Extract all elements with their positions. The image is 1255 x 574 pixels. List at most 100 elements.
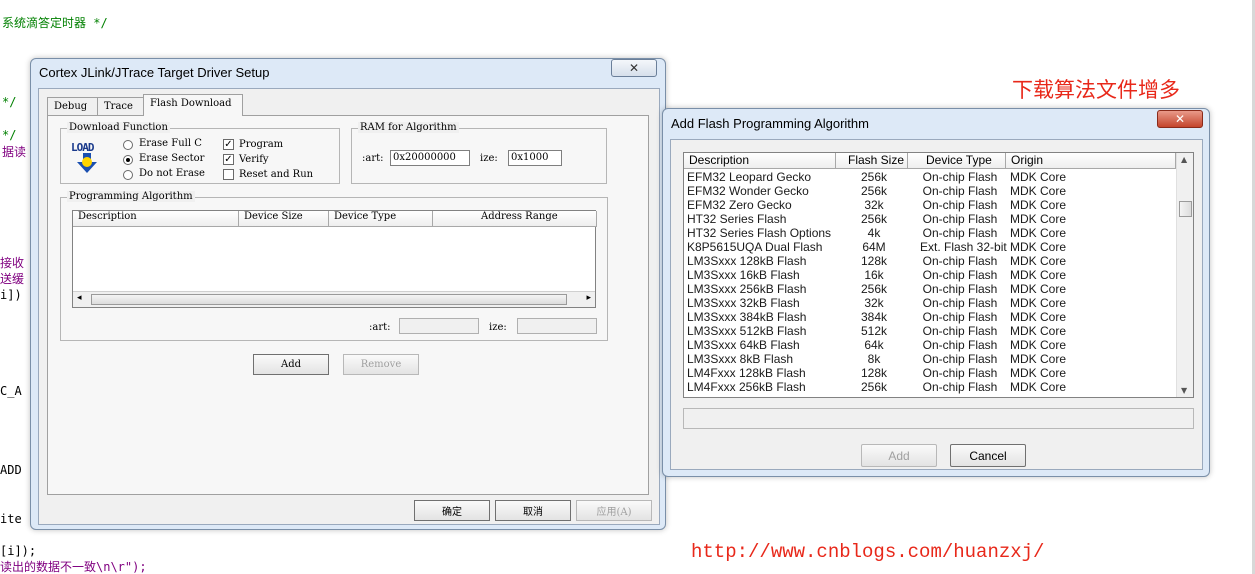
table-cell: 8k: [867, 352, 881, 366]
close-icon[interactable]: ✕: [611, 59, 657, 77]
ram-size-input[interactable]: 0x1000: [508, 150, 562, 166]
scroll-thumb[interactable]: [91, 294, 567, 305]
path-field: [683, 408, 1194, 429]
ok-button[interactable]: 确定: [414, 500, 490, 521]
algo-size-label: ize:: [489, 322, 507, 333]
do-not-erase-radio[interactable]: [123, 170, 133, 180]
table-cell: LM3Sxxx 32kB Flash: [687, 296, 800, 310]
verify-label: Verify: [239, 154, 269, 165]
table-row[interactable]: LM4Fxxx 128kB Flash 128k On-chip Flash MDK …: [684, 366, 1176, 380]
table-row[interactable]: LM3Sxxx 512kB Flash 512k On-chip Flash MDK …: [684, 324, 1176, 338]
vertical-scrollbar[interactable]: ▲ ▼: [1176, 153, 1193, 397]
table-row[interactable]: HT32 Series Flash Options 4k On-chip Flash…: [684, 226, 1176, 240]
ram-group: RAM for Algorithm :art: 0x20000000 ize: …: [351, 122, 607, 184]
table-cell: EFM32 Zero Gecko: [687, 198, 792, 212]
column-header[interactable]: Device Size: [239, 211, 329, 227]
table-cell: HT32 Series Flash Options: [687, 226, 832, 240]
column-header[interactable]: Flash Size: [836, 153, 908, 169]
code-line: i]): [0, 288, 22, 302]
table-row[interactable]: EFM32 Leopard Gecko 256k On-chip Flash MDK …: [684, 170, 1176, 184]
ram-size-label: ize:: [480, 153, 498, 164]
algorithm-list[interactable]: Description Device Size Device Type Addr…: [72, 210, 597, 308]
table-cell: MDK Core: [1010, 282, 1067, 296]
table-cell: LM3Sxxx 64kB Flash: [687, 338, 800, 352]
table-cell: 128k: [860, 254, 888, 268]
table-cell: MDK Core: [1010, 366, 1067, 380]
tab-trace[interactable]: Trace: [97, 97, 145, 116]
table-row[interactable]: LM3Sxxx 8kB Flash 8k On-chip Flash MDK Core: [684, 352, 1176, 366]
table-cell: Ext. Flash 32-bit: [920, 240, 1007, 254]
algorithm-table[interactable]: Description Flash Size Device Type Origi…: [683, 152, 1194, 398]
table-cell: On-chip Flash: [922, 380, 998, 394]
apply-button[interactable]: 应用(A): [576, 500, 652, 521]
verify-checkbox[interactable]: ✓: [223, 154, 234, 165]
table-row[interactable]: K8P5615UQA Dual Flash 64M Ext. Flash 32-bi…: [684, 240, 1176, 254]
erase-sector-radio[interactable]: [123, 155, 133, 165]
ram-start-label: :art:: [362, 153, 384, 164]
table-cell: On-chip Flash: [922, 352, 998, 366]
scroll-down-icon[interactable]: ▼: [1181, 386, 1187, 395]
table-cell: MDK Core: [1010, 254, 1067, 268]
program-label: Program: [239, 139, 284, 150]
column-header[interactable]: Description: [684, 153, 836, 169]
column-header[interactable]: Description: [73, 211, 239, 227]
tab-debug[interactable]: Debug: [47, 97, 99, 116]
table-row[interactable]: EFM32 Wonder Gecko 256k On-chip Flash MDK C…: [684, 184, 1176, 198]
table-cell: LM3Sxxx 16kB Flash: [687, 268, 800, 282]
tab-flash-download[interactable]: Flash Download: [143, 94, 243, 116]
table-row[interactable]: HT32 Series Flash 256k On-chip Flash MDK Co…: [684, 212, 1176, 226]
cancel-button[interactable]: 取消: [495, 500, 571, 521]
table-cell: MDK Core: [1010, 338, 1067, 352]
reset-and-run-checkbox[interactable]: [223, 169, 234, 180]
table-cell: K8P5615UQA Dual Flash: [687, 240, 823, 254]
horizontal-scrollbar[interactable]: ◂ ▸: [73, 291, 595, 307]
programming-algorithm-group: Programming Algorithm Description Device…: [60, 191, 608, 341]
erase-full-radio[interactable]: [123, 140, 133, 150]
code-line: C_A: [0, 384, 22, 398]
code-line: 据读: [2, 145, 27, 159]
table-cell: On-chip Flash: [922, 254, 998, 268]
column-header[interactable]: Device Type: [908, 153, 1006, 169]
table-cell: LM3Sxxx 384kB Flash: [687, 310, 807, 324]
table-cell: MDK Core: [1010, 324, 1067, 338]
table-row[interactable]: LM3Sxxx 64kB Flash 64k On-chip Flash MDK Co…: [684, 338, 1176, 352]
code-line: 接收: [0, 256, 25, 270]
close-icon[interactable]: ✕: [1157, 110, 1203, 128]
column-header[interactable]: Address Range: [433, 211, 597, 227]
table-cell: On-chip Flash: [922, 282, 998, 296]
column-header[interactable]: Device Type: [329, 211, 433, 227]
scroll-right-icon[interactable]: ▸: [586, 293, 591, 303]
table-cell: MDK Core: [1010, 198, 1067, 212]
cancel-button[interactable]: Cancel: [950, 444, 1026, 467]
column-header[interactable]: Origin: [1006, 153, 1176, 169]
scroll-up-icon[interactable]: ▲: [1181, 155, 1187, 164]
load-icon: LOAD: [71, 141, 105, 175]
add-button[interactable]: Add: [253, 354, 329, 375]
table-row[interactable]: LM3Sxxx 32kB Flash 32k On-chip Flash MDK Co…: [684, 296, 1176, 310]
table-cell: On-chip Flash: [922, 268, 998, 282]
table-cell: 32k: [864, 198, 884, 212]
scroll-thumb[interactable]: [1179, 201, 1192, 217]
add-button[interactable]: Add: [861, 444, 937, 467]
code-line: */: [2, 95, 17, 109]
driver-setup-dialog: Cortex JLink/JTrace Target Driver Setup …: [30, 58, 666, 530]
table-cell: MDK Core: [1010, 240, 1067, 254]
watermark-url: http://www.cnblogs.com/huanzxj/: [691, 541, 1045, 563]
table-row[interactable]: LM3Sxxx 128kB Flash 128k On-chip Flash MDK …: [684, 254, 1176, 268]
code-line: 送缓: [0, 272, 25, 286]
table-cell: MDK Core: [1010, 268, 1067, 282]
table-row[interactable]: LM3Sxxx 16kB Flash 16k On-chip Flash MDK Co…: [684, 268, 1176, 282]
table-cell: LM3Sxxx 8kB Flash: [687, 352, 794, 366]
table-cell: MDK Core: [1010, 226, 1067, 240]
table-row[interactable]: LM3Sxxx 256kB Flash 256k On-chip Flash MDK …: [684, 282, 1176, 296]
do-not-erase-label: Do not Erase: [139, 168, 205, 179]
ram-start-input[interactable]: 0x20000000: [390, 150, 470, 166]
remove-button[interactable]: Remove: [343, 354, 419, 375]
table-row[interactable]: LM3Sxxx 384kB Flash 384k On-chip Flash MDK …: [684, 310, 1176, 324]
program-checkbox[interactable]: ✓: [223, 139, 234, 150]
code-line: */: [2, 128, 17, 142]
code-line: 系统滴答定时器 */: [2, 16, 108, 30]
scroll-left-icon[interactable]: ◂: [77, 293, 82, 303]
table-row[interactable]: EFM32 Zero Gecko 32k On-chip Flash MDK Core: [684, 198, 1176, 212]
table-row[interactable]: LM4Fxxx 256kB Flash 256k On-chip Flash MDK …: [684, 380, 1176, 394]
